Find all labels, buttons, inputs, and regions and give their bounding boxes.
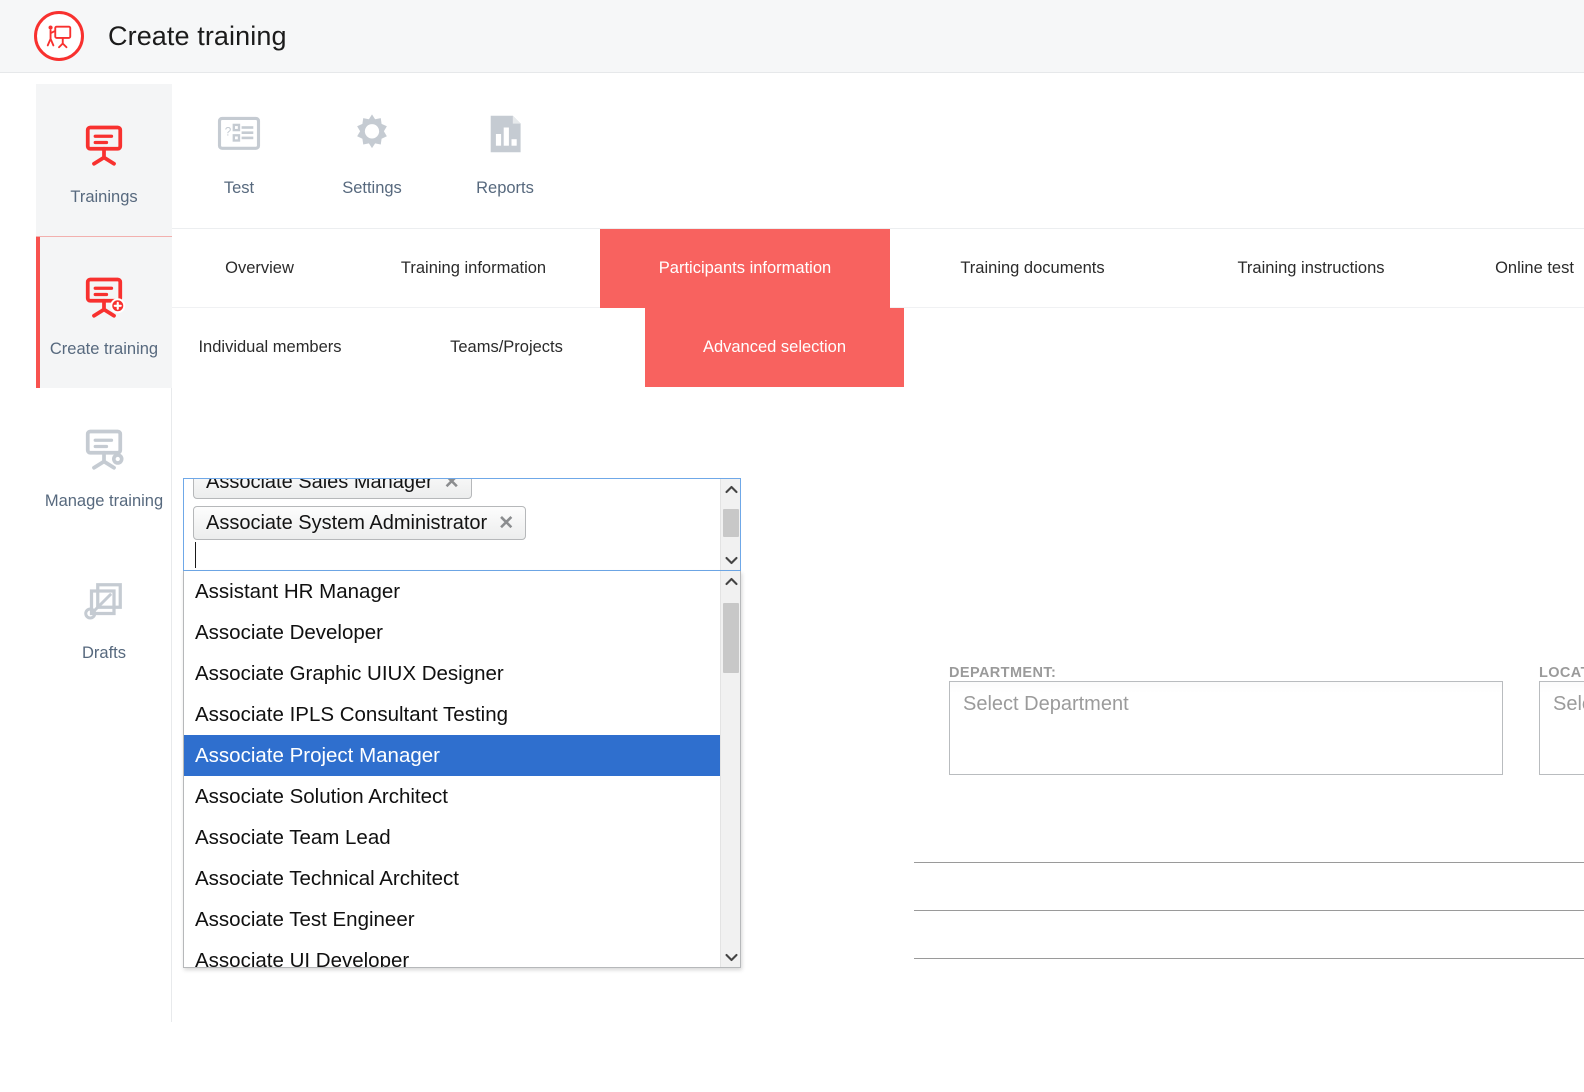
option-list-scrollbar[interactable] [720, 571, 740, 967]
svg-text:?: ? [225, 125, 232, 138]
list-item[interactable]: Associate Developer [184, 612, 740, 653]
location-placeholder: Select Location [1540, 682, 1584, 716]
designation-search-input[interactable] [195, 542, 196, 568]
divider [914, 958, 1584, 959]
scroll-thumb[interactable] [723, 509, 739, 537]
chipbox-scrollbar[interactable] [720, 479, 740, 570]
department-placeholder: Select Department [950, 682, 1502, 716]
easel-board-icon [79, 114, 129, 176]
sidebar-item-create-training[interactable]: Create training [36, 236, 172, 388]
subtab-teams-projects[interactable]: Teams/Projects [368, 308, 645, 387]
sidebar-item-label: Create training [50, 340, 158, 359]
easel-board-gear-icon [79, 418, 129, 480]
divider [914, 910, 1584, 911]
quiz-list-icon: ? [213, 103, 265, 165]
designation-multiselect[interactable]: Associate Sales Manager ✕ Associate Syst… [183, 478, 741, 571]
module-item-label: Test [224, 179, 254, 198]
module-item-reports[interactable]: Reports [438, 84, 572, 229]
module-item-test[interactable]: ? Test [172, 84, 306, 229]
page-title: Create training [108, 21, 287, 52]
gear-icon [345, 103, 399, 165]
subtab-individual-members[interactable]: Individual members [172, 308, 368, 387]
sidebar-item-label: Trainings [70, 188, 137, 207]
chip-label: Associate Sales Manager [206, 478, 433, 494]
sidebar-item-label: Drafts [82, 644, 126, 663]
sidebar-item-manage-training[interactable]: Manage training [36, 388, 172, 540]
subtab-advanced-selection[interactable]: Advanced selection [645, 308, 904, 387]
tab-online-test[interactable]: Online test [1447, 229, 1584, 308]
scroll-thumb[interactable] [723, 603, 739, 673]
secondary-tab-bar: Individual members Teams/Projects Advanc… [172, 308, 1584, 387]
sidebar-item-trainings[interactable]: Trainings [36, 84, 172, 236]
scroll-up-icon[interactable] [721, 571, 741, 591]
close-icon[interactable]: ✕ [444, 478, 460, 494]
list-item[interactable]: Associate Graphic UIUX Designer [184, 653, 740, 694]
sidebar: Trainings Create training [36, 84, 172, 1022]
chip-label: Associate System Administrator [206, 512, 487, 535]
divider [914, 862, 1584, 863]
scroll-down-icon[interactable] [721, 550, 741, 570]
module-item-label: Settings [342, 179, 402, 198]
location-label: LOCATION: [1539, 665, 1584, 681]
location-select[interactable]: Select Location [1539, 681, 1584, 775]
list-item[interactable]: Associate Team Lead [184, 817, 740, 858]
report-chart-icon [479, 103, 531, 165]
scroll-up-icon[interactable] [721, 479, 741, 499]
list-item[interactable]: Assistant HR Manager [184, 571, 740, 612]
designation-option-list[interactable]: Assistant HR Manager Associate Developer… [183, 571, 741, 968]
draft-pencil-gear-icon [79, 570, 129, 632]
designation-chip-container[interactable]: Associate Sales Manager ✕ Associate Syst… [183, 478, 741, 571]
list-item[interactable]: Associate UI Developer [184, 940, 740, 968]
close-icon[interactable]: ✕ [498, 512, 514, 535]
department-select[interactable]: Select Department [949, 681, 1503, 775]
list-item[interactable]: Associate Test Engineer [184, 899, 740, 940]
primary-tab-bar: Overview Training information Participan… [172, 229, 1584, 308]
list-item[interactable]: Associate Solution Architect [184, 776, 740, 817]
list-item[interactable]: Associate IPLS Consultant Testing [184, 694, 740, 735]
list-item[interactable]: Associate Project Manager [184, 735, 740, 776]
sidebar-item-label: Manage training [45, 492, 163, 511]
designation-chip[interactable]: Associate Sales Manager ✕ [193, 478, 472, 499]
easel-board-plus-icon [79, 266, 129, 328]
sidebar-item-drafts[interactable]: Drafts [36, 540, 172, 692]
module-icon-strip: ? Test Settings [172, 84, 1584, 229]
tab-participants-information[interactable]: Participants information [600, 229, 890, 308]
app-header: Create training [0, 0, 1584, 73]
list-item[interactable]: Associate Technical Architect [184, 858, 740, 899]
scroll-down-icon[interactable] [721, 947, 741, 967]
tab-overview[interactable]: Overview [172, 229, 347, 308]
designation-chip[interactable]: Associate System Administrator ✕ [193, 506, 526, 540]
tab-training-instructions[interactable]: Training instructions [1175, 229, 1447, 308]
module-item-settings[interactable]: Settings [305, 84, 439, 229]
department-label: DEPARTMENT: [949, 665, 1056, 681]
tab-training-documents[interactable]: Training documents [890, 229, 1175, 308]
tab-training-information[interactable]: Training information [347, 229, 600, 308]
training-board-icon [34, 11, 84, 61]
module-item-label: Reports [476, 179, 534, 198]
